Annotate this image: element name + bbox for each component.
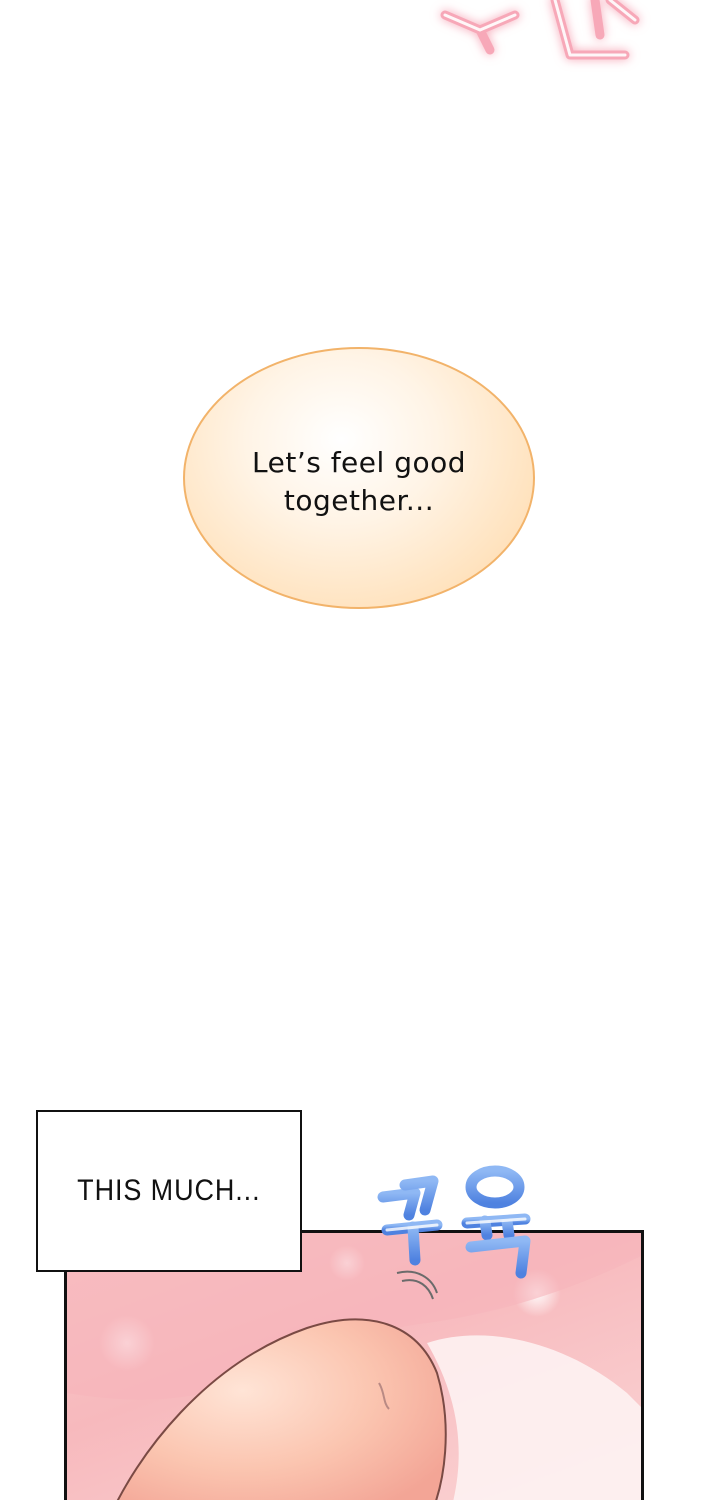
speech-line-1: Let’s feel good [252, 446, 466, 479]
narration-box: THIS MUCH... [36, 1110, 302, 1272]
pink-sound-effect-icon [440, 0, 640, 60]
speech-bubble: Let’s feel good together... [183, 347, 535, 609]
speech-line-2: together... [283, 484, 435, 517]
speech-bubble-text: Let’s feel good together... [252, 436, 466, 520]
comic-page: Let’s feel good together... THIS MUCH... [0, 0, 720, 1500]
narration-text: THIS MUCH... [77, 1174, 261, 1207]
blue-sound-effect-icon [377, 1165, 531, 1279]
